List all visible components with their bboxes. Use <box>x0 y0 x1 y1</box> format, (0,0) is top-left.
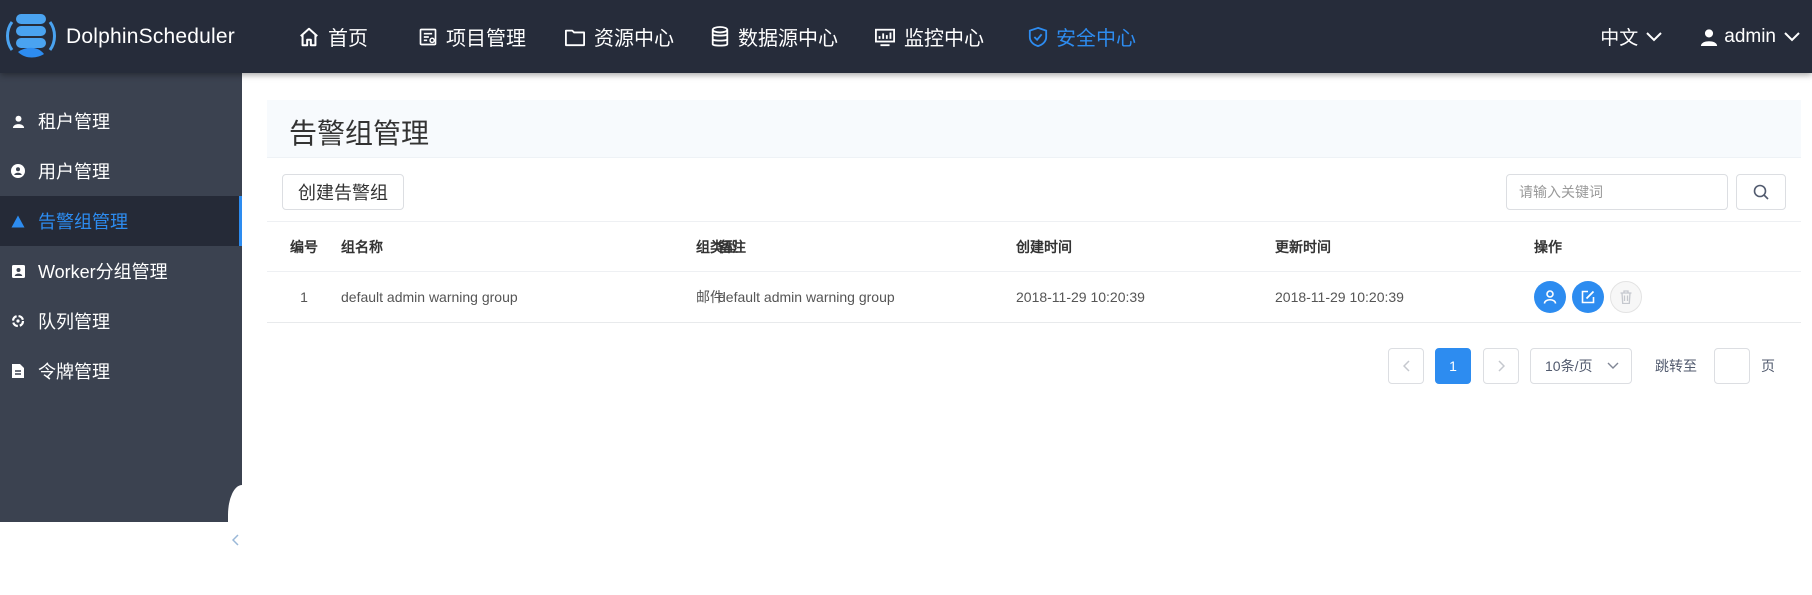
worker-icon <box>10 263 26 279</box>
pagination-page[interactable]: 1 <box>1435 348 1471 384</box>
language-label: 中文 <box>1600 28 1639 49</box>
nav-item-security[interactable]: 安全中心 <box>1028 0 1136 73</box>
nav-item-resources[interactable]: 资源中心 <box>564 0 674 73</box>
row-create-time: 2018-11-29 10:20:39 <box>1016 289 1145 305</box>
search-icon <box>1753 184 1769 200</box>
chevron-down-icon <box>1646 31 1662 41</box>
nav-item-label: 安全中心 <box>1056 28 1136 50</box>
warning-icon <box>10 213 26 229</box>
chevron-down-icon <box>1784 31 1800 41</box>
nav-item-datasource[interactable]: 数据源中心 <box>710 0 838 73</box>
user-icon <box>10 113 26 129</box>
chevron-left-icon <box>1402 360 1410 372</box>
folder-icon <box>565 29 585 46</box>
project-icon <box>419 28 437 45</box>
column-header-operation: 操作 <box>1534 238 1562 255</box>
page-header: 告警组管理 <box>267 100 1801 158</box>
row-update-time: 2018-11-29 10:20:39 <box>1275 289 1404 305</box>
edit-icon <box>1581 290 1595 304</box>
alert-group-table: 编号 组名称 组类型 备注 创建时间 更新时间 操作 1 default adm… <box>267 221 1801 323</box>
nav-item-projects[interactable]: 项目管理 <box>418 0 526 73</box>
nav-item-label: 数据源中心 <box>738 28 838 50</box>
nav-item-monitor[interactable]: 监控中心 <box>874 0 984 73</box>
row-group-name: default admin warning group <box>341 289 518 305</box>
nav-item-home[interactable]: 首页 <box>298 0 368 73</box>
app-name: DolphinScheduler <box>66 25 235 48</box>
sidebar-item-users[interactable]: 用户管理 <box>0 146 242 196</box>
jump-to-input[interactable] <box>1714 348 1750 384</box>
column-header-update-time: 更新时间 <box>1275 238 1331 255</box>
nav-item-label: 资源中心 <box>594 28 674 50</box>
sidebar-item-queue[interactable]: 队列管理 <box>0 296 242 346</box>
column-header-name: 组名称 <box>341 238 383 255</box>
column-header-desc: 备注 <box>718 238 746 255</box>
user-circle-icon <box>10 163 26 179</box>
create-alert-group-button[interactable]: 创建告警组 <box>282 174 404 210</box>
jump-to-label: 跳转至 <box>1655 358 1697 374</box>
navbar-right: 中文 admin <box>1600 0 1812 73</box>
sidebar-item-worker-group[interactable]: Worker分组管理 <box>0 246 242 296</box>
pagination-prev[interactable] <box>1388 348 1424 384</box>
pagination-next[interactable] <box>1483 348 1519 384</box>
table-row: 1 default admin warning group 邮件 default… <box>267 272 1801 323</box>
user-name: admin <box>1724 25 1776 47</box>
home-icon <box>300 27 318 46</box>
database-icon <box>711 25 729 47</box>
search-input[interactable] <box>1506 174 1728 210</box>
sidebar-collapse-handle[interactable] <box>228 485 242 595</box>
manage-users-button[interactable] <box>1534 281 1566 313</box>
sidebar-item-tenant[interactable]: 租户管理 <box>0 96 242 146</box>
delete-button[interactable] <box>1610 281 1642 313</box>
sidebar-item-label: 租户管理 <box>38 112 110 132</box>
column-header-id: 编号 <box>290 238 318 255</box>
logo[interactable]: DolphinScheduler <box>4 12 235 62</box>
sidebar: 租户管理 用户管理 告警组管理 Worker分组管理 队列管理 令牌管理 <box>0 73 242 595</box>
sidebar-item-label: 令牌管理 <box>38 362 110 382</box>
chevron-down-icon <box>1607 362 1619 369</box>
main-content: 告警组管理 创建告警组 编号 组名称 组类型 备注 创建时间 更新时间 操作 1… <box>242 73 1812 522</box>
page-size-label: 10条/页 <box>1545 358 1593 374</box>
search-button[interactable] <box>1736 174 1786 210</box>
sidebar-item-label: 告警组管理 <box>38 212 128 232</box>
nav-item-label: 项目管理 <box>446 28 526 50</box>
row-operations <box>1534 272 1642 322</box>
table-header: 编号 组名称 组类型 备注 创建时间 更新时间 操作 <box>267 221 1801 272</box>
dolphin-logo-icon <box>6 14 56 58</box>
edit-button[interactable] <box>1572 281 1604 313</box>
nav-item-label: 监控中心 <box>904 28 984 50</box>
top-navbar: DolphinScheduler 首页 项目管理 资源中心 数据源中心 监控中心… <box>0 0 1812 73</box>
page-label: 页 <box>1761 358 1775 374</box>
sidebar-item-alert-group[interactable]: 告警组管理 <box>0 196 242 246</box>
token-icon <box>10 363 26 379</box>
row-description: default admin warning group <box>718 289 895 305</box>
page-size-select[interactable]: 10条/页 <box>1530 348 1632 384</box>
queue-icon <box>10 313 26 329</box>
sidebar-item-token[interactable]: 令牌管理 <box>0 346 242 396</box>
shield-icon <box>1028 26 1048 47</box>
trash-icon <box>1620 290 1632 304</box>
sidebar-item-label: 队列管理 <box>38 312 110 332</box>
monitor-icon <box>875 28 895 46</box>
main-nav: 首页 项目管理 资源中心 数据源中心 监控中心 安全中心 <box>298 0 1136 73</box>
sidebar-item-label: Worker分组管理 <box>38 262 168 282</box>
user-menu[interactable]: admin <box>1700 26 1800 48</box>
nav-item-label: 首页 <box>328 28 368 50</box>
language-switcher[interactable]: 中文 <box>1600 23 1662 50</box>
sidebar-item-label: 用户管理 <box>38 162 110 182</box>
column-header-create-time: 创建时间 <box>1016 238 1072 255</box>
chevron-right-icon <box>1497 360 1505 372</box>
user-icon <box>1701 28 1718 46</box>
user-icon <box>1543 290 1557 304</box>
chevron-left-icon <box>231 534 239 546</box>
row-id: 1 <box>300 289 308 305</box>
page-title: 告警组管理 <box>289 118 430 149</box>
